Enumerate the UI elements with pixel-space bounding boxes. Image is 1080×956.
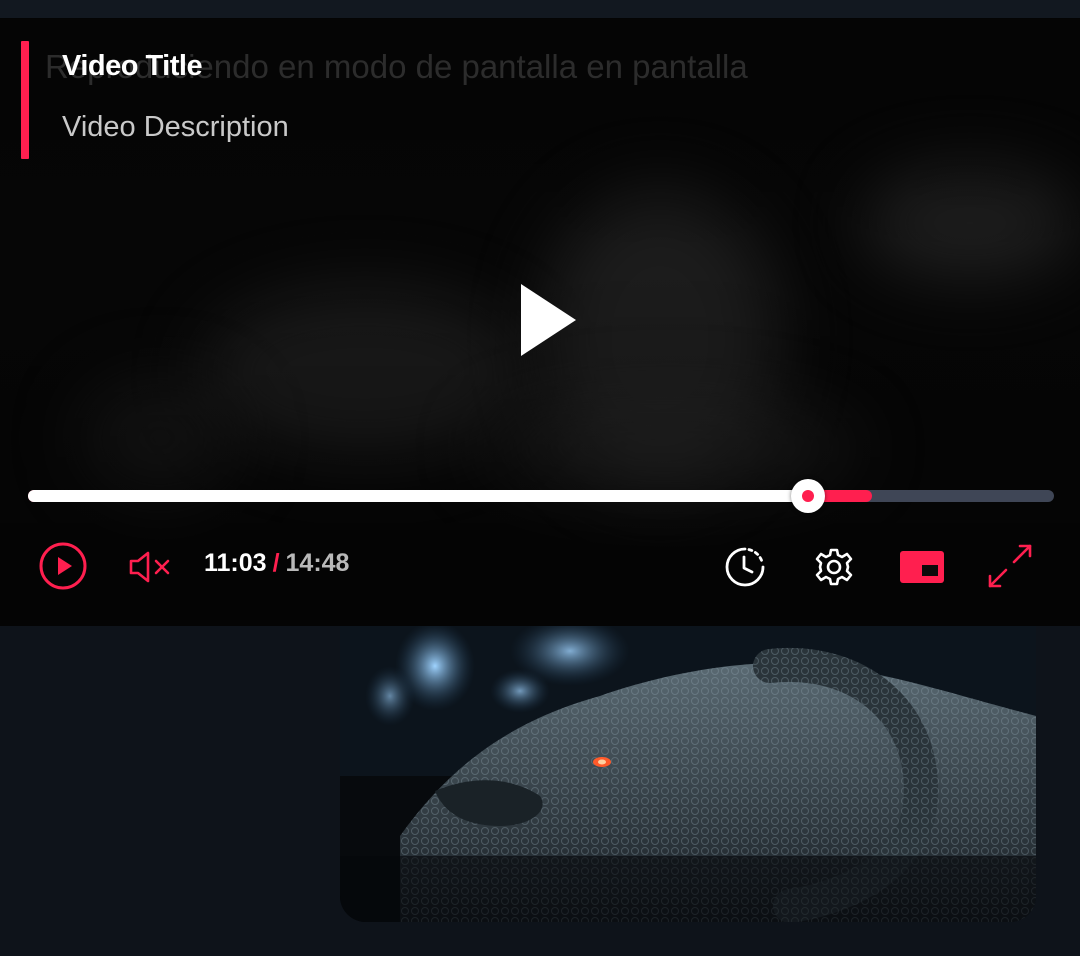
video-player[interactable]: Reproduciendo en modo de pantalla en pan…	[0, 18, 1080, 626]
seek-bar[interactable]	[28, 479, 1054, 513]
fullscreen-icon	[988, 544, 1032, 588]
fullscreen-button[interactable]	[986, 542, 1034, 590]
video-description: Video Description	[62, 111, 289, 143]
picture-in-picture-icon	[900, 551, 944, 583]
sleep-timer-icon	[725, 547, 765, 587]
video-title: Video Title	[62, 50, 203, 82]
volume-muted-icon	[129, 551, 170, 583]
seek-thumb[interactable]	[790, 479, 825, 513]
status-strip	[0, 0, 1080, 18]
settings-button[interactable]	[814, 547, 854, 587]
current-time: 11:03	[204, 549, 267, 577]
sleep-timer-button[interactable]	[724, 546, 766, 588]
time-separator: /	[272, 549, 280, 577]
play-icon	[521, 284, 576, 356]
title-accent-bar	[21, 41, 29, 159]
gear-icon	[815, 548, 853, 586]
video-thumbnail[interactable]	[340, 626, 1036, 922]
play-circle-icon	[39, 542, 87, 590]
page: Reproduciendo en modo de pantalla en pan…	[0, 0, 1080, 956]
pip-button[interactable]	[899, 550, 945, 584]
played-bar	[28, 490, 808, 502]
center-play-button[interactable]	[518, 284, 578, 356]
video-thumbnail-image	[340, 626, 1036, 922]
duration: 14:48	[285, 549, 350, 577]
mute-button[interactable]	[128, 548, 174, 586]
play-button[interactable]	[38, 541, 88, 591]
time-display: 11:03/14:48	[204, 549, 349, 578]
